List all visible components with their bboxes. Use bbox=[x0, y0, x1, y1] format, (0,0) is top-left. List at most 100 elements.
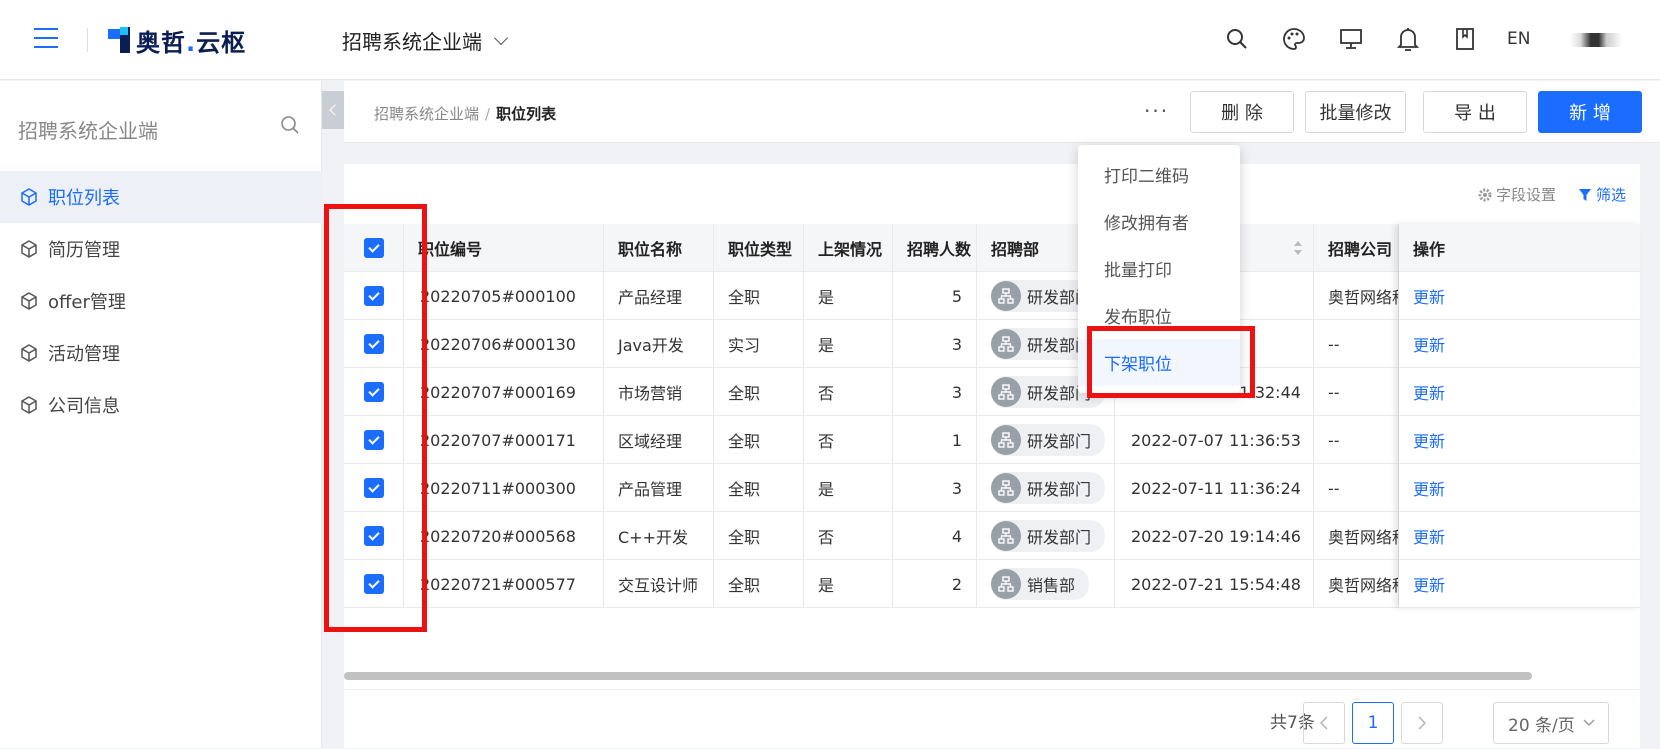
cell-company: -- bbox=[1314, 368, 1399, 416]
export-button[interactable]: 导 出 bbox=[1423, 91, 1527, 133]
system-switcher[interactable]: 招聘系统企业端 bbox=[342, 26, 509, 55]
dept-label: 销售部 bbox=[1027, 576, 1076, 595]
cell-company: 奥哲网络科 bbox=[1314, 512, 1399, 560]
logo-mark-icon bbox=[108, 27, 134, 53]
checkbox-checked-icon bbox=[364, 382, 384, 402]
sidebar: 招聘系统企业端 职位列表 简历管理 offer管理 活动管理 公司信息 bbox=[0, 81, 322, 748]
add-button[interactable]: 新 增 bbox=[1538, 91, 1642, 133]
action-row: 更新 bbox=[1399, 464, 1640, 512]
cell-code: 20220707#000171 bbox=[404, 416, 604, 464]
sidebar-item-resume[interactable]: 简历管理 bbox=[0, 223, 322, 275]
filter-button[interactable]: 筛选 bbox=[1578, 184, 1626, 205]
collapse-sidebar-button[interactable] bbox=[322, 91, 344, 129]
update-link[interactable]: 更新 bbox=[1399, 512, 1640, 560]
sidebar-item-label: 活动管理 bbox=[48, 344, 120, 365]
col-count[interactable]: 招聘人数 bbox=[893, 224, 977, 272]
monitor-icon[interactable] bbox=[1336, 24, 1366, 54]
cell-count: 1 bbox=[893, 416, 977, 464]
language-switch[interactable]: EN bbox=[1507, 29, 1530, 49]
cell-code: 20220705#000100 bbox=[404, 272, 604, 320]
sidebar-item-offer[interactable]: offer管理 bbox=[0, 275, 322, 327]
chevron-left-icon bbox=[1319, 716, 1328, 730]
row-checkbox[interactable] bbox=[344, 416, 404, 464]
cell-code: 20220707#000169 bbox=[404, 368, 604, 416]
col-company[interactable]: 招聘公司 bbox=[1314, 224, 1399, 272]
cell-count: 5 bbox=[893, 272, 977, 320]
dept-label: 研发部门 bbox=[1027, 432, 1092, 451]
cube-icon bbox=[20, 344, 38, 362]
sort-icon[interactable] bbox=[1293, 238, 1303, 258]
cell-count: 3 bbox=[893, 320, 977, 368]
cell-name: 产品经理 bbox=[604, 272, 714, 320]
breadcrumb-parent[interactable]: 招聘系统企业端 bbox=[374, 105, 479, 123]
update-link[interactable]: 更新 bbox=[1399, 416, 1640, 464]
page-size-select[interactable]: 20 条/页 bbox=[1493, 702, 1609, 744]
col-code[interactable]: 职位编号 bbox=[404, 224, 604, 272]
row-checkbox[interactable] bbox=[344, 272, 404, 320]
divider bbox=[87, 28, 88, 52]
menu-item-batch-print[interactable]: 批量打印 bbox=[1078, 245, 1240, 292]
update-link[interactable]: 更新 bbox=[1399, 320, 1640, 368]
menu-icon[interactable] bbox=[34, 28, 58, 48]
horizontal-scrollbar[interactable] bbox=[344, 672, 1532, 680]
cell-dept: 研发部门 bbox=[977, 512, 1115, 560]
sidebar-search-icon[interactable] bbox=[280, 115, 300, 139]
cell-listed: 是 bbox=[804, 560, 893, 608]
action-row: 更新 bbox=[1399, 512, 1640, 560]
menu-item-publish[interactable]: 发布职位 bbox=[1078, 292, 1240, 339]
sidebar-item-company[interactable]: 公司信息 bbox=[0, 379, 322, 431]
palette-icon[interactable] bbox=[1279, 24, 1309, 54]
cell-company: 奥哲网络科 bbox=[1314, 272, 1399, 320]
page-1-button[interactable]: 1 bbox=[1352, 702, 1394, 744]
dept-tag: 销售部 bbox=[991, 568, 1090, 600]
org-chart-icon bbox=[991, 473, 1021, 503]
search-icon[interactable] bbox=[1222, 24, 1252, 54]
cell-type: 全职 bbox=[714, 272, 804, 320]
sidebar-item-activity[interactable]: 活动管理 bbox=[0, 327, 322, 379]
menu-item-unpublish[interactable]: 下架职位 bbox=[1078, 339, 1240, 386]
sidebar-item-job-list[interactable]: 职位列表 bbox=[0, 171, 322, 223]
cell-name: C++开发 bbox=[604, 512, 714, 560]
col-listed[interactable]: 上架情况 bbox=[804, 224, 893, 272]
prev-page-button[interactable] bbox=[1303, 702, 1345, 744]
checkbox-checked-icon bbox=[364, 334, 384, 354]
delete-button[interactable]: 删 除 bbox=[1190, 91, 1294, 133]
select-all-checkbox[interactable] bbox=[344, 224, 404, 272]
more-actions-button[interactable]: ··· bbox=[1144, 99, 1169, 123]
table-panel: 字段设置 筛选 职位编号 职位名称 职位类型 上架情况 招聘人数 招聘部 间 招… bbox=[344, 164, 1640, 748]
cube-icon bbox=[20, 240, 38, 258]
filter-label: 筛选 bbox=[1595, 186, 1626, 204]
cell-listed: 否 bbox=[804, 416, 893, 464]
col-name[interactable]: 职位名称 bbox=[604, 224, 714, 272]
cube-icon bbox=[20, 292, 38, 310]
update-link[interactable]: 更新 bbox=[1399, 368, 1640, 416]
menu-item-change-owner[interactable]: 修改拥有者 bbox=[1078, 198, 1240, 245]
row-checkbox[interactable] bbox=[344, 560, 404, 608]
update-link[interactable]: 更新 bbox=[1399, 272, 1640, 320]
chevron-down-icon bbox=[1583, 719, 1595, 726]
logo: 奥哲.云枢 bbox=[108, 24, 246, 57]
field-settings-button[interactable]: 字段设置 bbox=[1478, 184, 1556, 205]
next-page-button[interactable] bbox=[1401, 702, 1443, 744]
dept-label: 研发部门 bbox=[1027, 528, 1092, 547]
fixed-action-column: 操作 更新 更新 更新 更新 更新 更新 更新 bbox=[1399, 224, 1640, 608]
bookmark-icon[interactable] bbox=[1450, 24, 1480, 54]
batch-edit-button[interactable]: 批量修改 bbox=[1305, 91, 1406, 133]
row-checkbox[interactable] bbox=[344, 464, 404, 512]
menu-item-print-qr[interactable]: 打印二维码 bbox=[1078, 151, 1240, 198]
org-chart-icon bbox=[991, 425, 1021, 455]
update-link[interactable]: 更新 bbox=[1399, 464, 1640, 512]
col-type[interactable]: 职位类型 bbox=[714, 224, 804, 272]
cell-company: -- bbox=[1314, 464, 1399, 512]
cell-count: 3 bbox=[893, 368, 977, 416]
avatar[interactable] bbox=[1570, 33, 1623, 47]
row-checkbox[interactable] bbox=[344, 512, 404, 560]
bell-icon[interactable] bbox=[1393, 24, 1423, 54]
checkbox-checked-icon bbox=[364, 430, 384, 450]
row-checkbox[interactable] bbox=[344, 368, 404, 416]
cell-type: 全职 bbox=[714, 464, 804, 512]
row-checkbox[interactable] bbox=[344, 320, 404, 368]
update-link[interactable]: 更新 bbox=[1399, 560, 1640, 608]
dept-tag: 研发部门 bbox=[991, 520, 1106, 552]
action-row: 更新 bbox=[1399, 416, 1640, 464]
